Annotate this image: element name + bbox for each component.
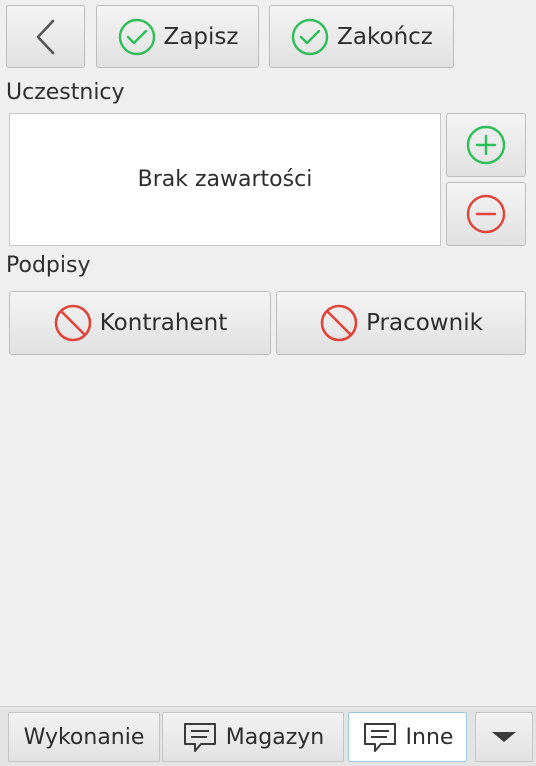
tab-execution[interactable]: Wykonanie <box>8 712 160 762</box>
contractor-signature-button[interactable]: Kontrahent <box>9 291 271 355</box>
save-button-label: Zapisz <box>163 23 239 50</box>
tab-execution-label: Wykonanie <box>23 724 145 750</box>
prohibited-icon <box>319 303 359 343</box>
back-button[interactable] <box>6 5 85 68</box>
finish-button[interactable]: Zakończ <box>269 5 454 68</box>
check-circle-icon <box>290 17 330 57</box>
add-participant-button[interactable] <box>446 113 526 177</box>
remove-participant-button[interactable] <box>446 182 526 246</box>
tab-other[interactable]: Inne <box>348 712 467 762</box>
chevron-left-icon <box>33 18 59 56</box>
plus-circle-icon <box>465 124 507 166</box>
contractor-signature-label: Kontrahent <box>99 310 228 336</box>
more-tabs-button[interactable] <box>475 712 533 762</box>
tab-warehouse-label: Magazyn <box>225 724 325 750</box>
minus-circle-icon <box>465 193 507 235</box>
employee-signature-button[interactable]: Pracownik <box>276 291 526 355</box>
prohibited-icon <box>53 303 93 343</box>
triangle-down-icon <box>490 725 518 750</box>
comment-icon <box>182 721 218 753</box>
participants-section-label: Uczestnicy <box>6 80 125 105</box>
check-circle-icon <box>117 17 157 57</box>
finish-button-label: Zakończ <box>337 23 433 50</box>
tab-other-label: Inne <box>405 724 454 750</box>
save-button[interactable]: Zapisz <box>96 5 259 68</box>
participants-list[interactable]: Brak zawartości <box>9 113 441 246</box>
tab-warehouse[interactable]: Magazyn <box>162 712 344 762</box>
bottom-tab-bar: Wykonanie Magazyn Inne <box>0 706 536 766</box>
empty-list-text: Brak zawartości <box>137 167 313 192</box>
employee-signature-label: Pracownik <box>366 310 483 336</box>
signatures-section-label: Podpisy <box>6 253 91 278</box>
comment-icon <box>362 721 398 753</box>
app-window: Zapisz Zakończ Uczestnicy Brak zawartośc… <box>0 0 536 766</box>
